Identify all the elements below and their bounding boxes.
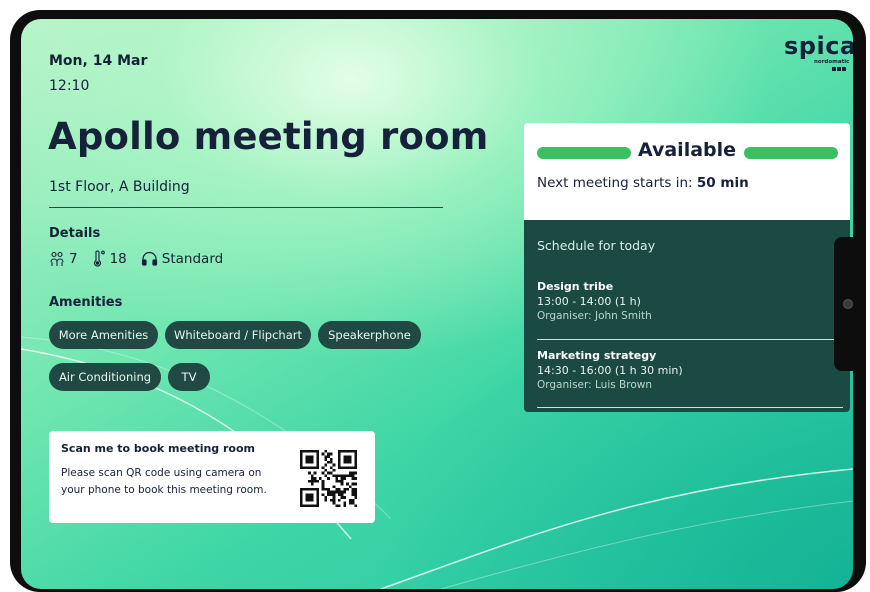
- room-specs: 7 18 Standard: [49, 250, 223, 267]
- camera-icon: [843, 299, 853, 309]
- schedule-title: Schedule for today: [537, 238, 656, 253]
- qr-booking-card: Scan me to book meeting room Please scan…: [49, 431, 375, 523]
- spica-logo: spica nordomatic: [784, 32, 853, 71]
- audio-value: Standard: [161, 250, 224, 267]
- availability-card: Available Next meeting starts in: 50 min: [524, 123, 850, 220]
- meeting-organiser: Organiser: Luis Brown: [537, 379, 653, 391]
- thermometer-icon: [92, 250, 106, 267]
- title-divider: [49, 207, 443, 208]
- availability-status: Available: [637, 139, 737, 161]
- next-meeting-info: Next meeting starts in: 50 min: [537, 175, 749, 191]
- amenity-chip-speakerphone[interactable]: Speakerphone: [318, 321, 421, 349]
- logo-squares: [832, 67, 846, 71]
- capacity-value: 7: [69, 250, 78, 267]
- meeting-name: Marketing strategy: [537, 349, 657, 362]
- logo-wordmark: spica: [784, 32, 853, 60]
- meeting-item[interactable]: Marketing strategy 14:30 - 16:00 (1 h 30…: [537, 349, 837, 391]
- amenities-heading: Amenities: [49, 295, 123, 310]
- current-time: 12:10: [49, 78, 90, 94]
- meeting-name: Design tribe: [537, 280, 614, 293]
- tablet-frame: Mon, 14 Mar 12:10 Apollo meeting room 1s…: [10, 10, 866, 592]
- meeting-time: 13:00 - 14:00 (1 h): [537, 295, 641, 308]
- amenity-chip-air-conditioning[interactable]: Air Conditioning: [49, 363, 161, 391]
- logo-subtitle: nordomatic: [814, 59, 850, 65]
- schedule-panel: Schedule for today Design tribe 13:00 - …: [524, 220, 850, 412]
- qr-title: Scan me to book meeting room: [61, 442, 256, 455]
- room-name: Apollo meeting room: [48, 115, 489, 158]
- meeting-time: 14:30 - 16:00 (1 h 30 min): [537, 364, 683, 377]
- qr-description: Please scan QR code using camera on your…: [61, 467, 267, 496]
- next-meeting-label: Next meeting starts in:: [537, 175, 697, 191]
- people-icon: [49, 251, 65, 267]
- headphones-icon: [141, 251, 158, 266]
- meeting-organiser: Organiser: John Smith: [537, 310, 652, 322]
- schedule-divider: [537, 407, 843, 408]
- qr-code[interactable]: [300, 450, 357, 507]
- temperature-value: 18: [109, 250, 127, 267]
- current-date: Mon, 14 Mar: [49, 53, 148, 69]
- meeting-item[interactable]: Design tribe 13:00 - 14:00 (1 h) Organis…: [537, 280, 837, 322]
- room-location: 1st Floor, A Building: [49, 179, 190, 195]
- next-meeting-countdown: 50 min: [696, 175, 749, 191]
- room-display-screen: Mon, 14 Mar 12:10 Apollo meeting room 1s…: [21, 19, 853, 589]
- details-heading: Details: [49, 226, 101, 241]
- amenity-chip-whiteboard[interactable]: Whiteboard / Flipchart: [165, 321, 311, 349]
- amenity-chip-tv[interactable]: TV: [168, 363, 210, 391]
- amenity-chip-more[interactable]: More Amenities: [49, 321, 158, 349]
- schedule-divider: [537, 339, 843, 340]
